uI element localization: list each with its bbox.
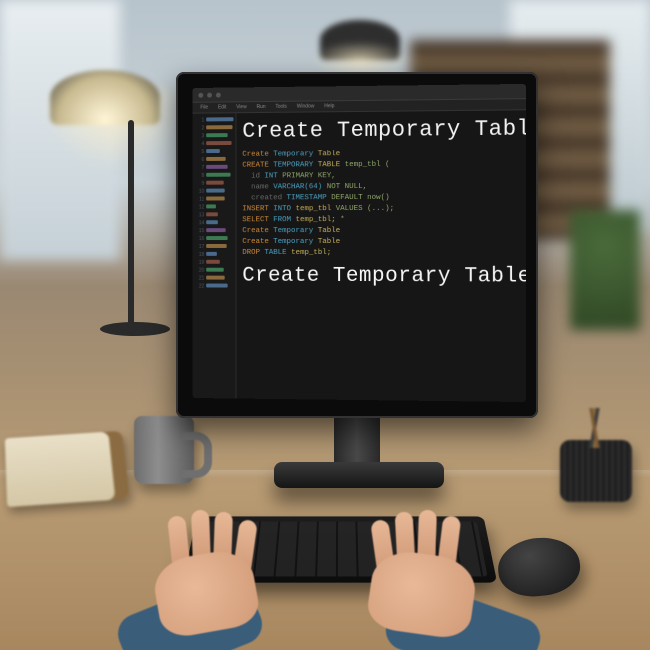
monitor: File Edit View Run Tools Window Help 123456789… [176,72,538,418]
pen-holder [560,440,632,502]
line-number-gutter: 12345678910111213141516171819202122 [193,113,237,400]
desk-lamp [40,30,160,330]
overlay-heading-bottom: Create Temporary Table [242,265,525,289]
code-block: Create Temporary Table CREATE TEMPORARY … [242,148,525,260]
menu-item: Run [256,104,265,110]
window-control-icon [198,92,203,97]
plant [570,210,640,330]
book [5,431,130,507]
menu-item: Edit [218,104,226,110]
overlay-heading-top: Create Temporary Table [242,116,525,144]
window-control-icon [216,92,221,97]
menu-item: View [236,104,247,110]
office-scene: File Edit View Run Tools Window Help 123456789… [0,0,650,650]
monitor-bezel: File Edit View Run Tools Window Help 123456789… [176,72,538,418]
code-editor-screen: File Edit View Run Tools Window Help 123456789… [193,84,526,402]
right-hand [340,520,520,650]
window-control-icon [207,92,212,97]
menu-item: Tools [275,104,287,110]
left-hand [120,520,290,650]
menu-item: File [200,105,208,111]
menu-item: Window [297,103,315,109]
coffee-mug [134,416,194,484]
menu-item: Help [324,103,334,109]
ceiling-lamp [300,0,420,80]
monitor-stand-base [274,462,444,488]
editor-pane: Create Temporary Table Create Temporary … [236,110,525,402]
